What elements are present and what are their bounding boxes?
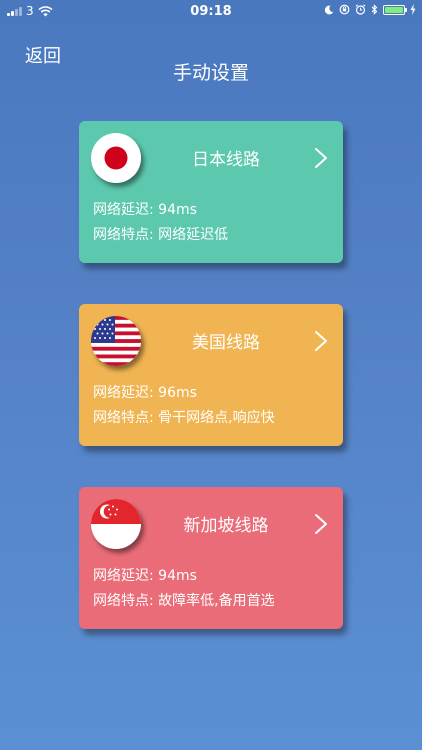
page-title: 手动设置 xyxy=(172,62,249,84)
status-right xyxy=(324,4,416,15)
latency-value: 96ms xyxy=(158,385,197,401)
status-bar: 3 09:18 xyxy=(0,0,422,22)
route-name: 新加坡线路 xyxy=(183,516,269,536)
feature-value: 故障率低,备用首选 xyxy=(158,593,275,609)
latency-label: 网络延迟: xyxy=(93,385,154,401)
alarm-icon xyxy=(355,4,366,15)
chevron-right-icon xyxy=(315,331,327,351)
singapore-flag-icon xyxy=(91,499,141,549)
route-card-japan[interactable]: 日本线路 网络延迟: 94ms 网络特点: 网络延迟低 xyxy=(79,121,343,263)
chevron-right-icon xyxy=(315,148,327,168)
latency-label: 网络延迟: xyxy=(93,568,154,584)
route-name: 日本线路 xyxy=(192,150,260,170)
usa-flag-icon xyxy=(91,316,141,366)
feature-value: 骨干网络点,响应快 xyxy=(158,410,275,426)
latency-row: 网络延迟: 94ms xyxy=(93,199,197,219)
feature-value: 网络延迟低 xyxy=(158,227,229,243)
feature-label: 网络特点: xyxy=(93,227,154,243)
feature-label: 网络特点: xyxy=(93,593,154,609)
charging-bolt-icon xyxy=(410,4,416,15)
route-card-usa[interactable]: 美国线路 网络延迟: 96ms 网络特点: 骨干网络点,响应快 xyxy=(79,304,343,446)
route-card-singapore[interactable]: 新加坡线路 网络延迟: 94ms 网络特点: 故障率低,备用首选 xyxy=(79,487,343,629)
battery-icon xyxy=(383,4,407,15)
latency-label: 网络延迟: xyxy=(93,202,154,218)
latency-row: 网络延迟: 96ms xyxy=(93,382,197,402)
route-name: 美国线路 xyxy=(192,333,260,353)
moon-icon xyxy=(324,5,334,14)
orientation-lock-icon xyxy=(339,4,350,15)
latency-value: 94ms xyxy=(158,202,197,218)
feature-row: 网络特点: 网络延迟低 xyxy=(93,224,228,244)
latency-row: 网络延迟: 94ms xyxy=(93,565,197,585)
bluetooth-icon xyxy=(371,4,378,15)
chevron-right-icon xyxy=(315,514,327,534)
latency-value: 94ms xyxy=(158,568,197,584)
feature-row: 网络特点: 骨干网络点,响应快 xyxy=(93,407,275,427)
japan-flag-icon xyxy=(91,133,141,183)
feature-label: 网络特点: xyxy=(93,410,154,426)
feature-row: 网络特点: 故障率低,备用首选 xyxy=(93,590,275,610)
